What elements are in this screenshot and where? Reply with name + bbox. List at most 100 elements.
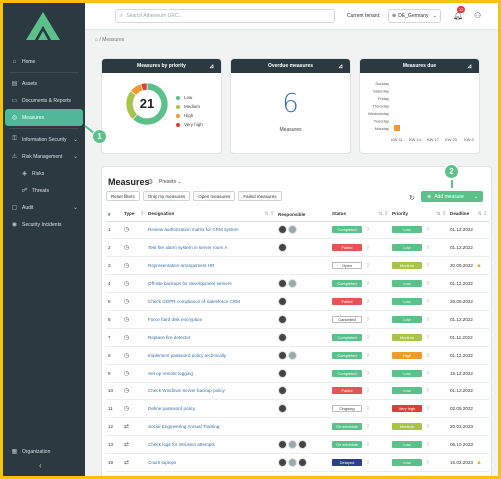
gear-icon[interactable]: ⚙	[147, 178, 153, 186]
sidebar-item-threats[interactable]: ☍ Threats	[3, 182, 85, 199]
filter-icon[interactable]: ⊽	[141, 211, 144, 217]
measure-link[interactable]: Count laptops	[148, 460, 176, 465]
filter-icon[interactable]: ⊽	[426, 406, 430, 412]
filter-button-failed-measures[interactable]: Failed measures	[238, 191, 282, 201]
filter-button-open-measures[interactable]: Open measures	[193, 191, 236, 201]
table-row[interactable]: 4 ◷ Off-site backups for development serve…	[106, 274, 489, 294]
filter-icon[interactable]: ⊽	[426, 371, 430, 377]
sort-icon[interactable]: ⇅	[478, 211, 482, 217]
filter-icon[interactable]: ⊽	[426, 335, 430, 341]
filter-icon[interactable]: ⊽	[426, 263, 430, 269]
chart-icon[interactable]: ⊿	[467, 63, 472, 70]
avatar[interactable]	[278, 440, 287, 450]
avatar[interactable]	[278, 332, 287, 342]
sort-icon[interactable]: ⇅	[437, 211, 441, 217]
user-account-icon[interactable]: ⚇	[474, 11, 481, 20]
table-row[interactable]: 13 ⇄ Check logs for intrusion attempts On s…	[106, 435, 489, 455]
filter-icon[interactable]: ⊽	[366, 263, 370, 269]
table-row[interactable]: 12 ⇄ Social Engineering Annual Training On …	[106, 417, 489, 437]
sidebar-item-risk-management[interactable]: ⚠ Risk Management ⌄	[3, 148, 85, 165]
sidebar-item-documents-reports[interactable]: ▭ Documents & Reports	[3, 92, 85, 109]
avatar[interactable]	[278, 386, 287, 396]
measure-link[interactable]: Set up remote logging	[148, 371, 193, 376]
table-row[interactable]: 5 ◷ Check GDPR compliance of Salesforce CR…	[106, 292, 489, 311]
avatar[interactable]	[288, 440, 297, 450]
filter-icon[interactable]: ⊽	[366, 281, 370, 287]
collapse-sidebar-icon[interactable]: ‹	[39, 461, 42, 470]
filter-icon[interactable]: ⊽	[366, 335, 370, 341]
sidebar-item-risks[interactable]: ◈ Risks	[3, 165, 85, 182]
filter-icon[interactable]: ⊽	[366, 388, 370, 394]
filter-icon[interactable]: ⊽	[366, 442, 370, 448]
measure-link[interactable]: Check GDPR compliance of Salesforce CRM	[148, 299, 240, 304]
filter-icon[interactable]: ⊽	[426, 317, 430, 323]
sidebar-item-measures[interactable]: ◎ Measures	[5, 109, 83, 126]
column-header-deadline[interactable]: Deadline ⊽ ⇅	[448, 208, 489, 222]
table-row[interactable]: 3 ◷ Representation arrangement HR Open ⊽ Medi…	[106, 256, 489, 276]
sidebar-item-security-incidents[interactable]: ◉ Security Incidents	[3, 216, 85, 233]
table-row[interactable]: 9 ◷ Set up remote logging Completed ⊽ Low ⊽ 15.…	[106, 364, 489, 383]
column-header-designation[interactable]: Designation ⊽ ⇅	[146, 208, 276, 222]
sidebar-item-assets[interactable]: ▤ Assets	[3, 75, 85, 92]
filter-icon[interactable]: ⊽	[443, 211, 446, 217]
presets-dropdown[interactable]: Presets ⌄	[159, 179, 182, 185]
filter-icon[interactable]: ⊽	[366, 353, 370, 359]
column-header-responsible[interactable]: Responsible	[276, 208, 330, 222]
avatar[interactable]	[288, 279, 297, 289]
column-header-priority[interactable]: Priority ⊽ ⇅	[390, 208, 448, 222]
measure-link[interactable]: Force hard disk encryption	[148, 317, 202, 322]
filter-icon[interactable]: ⊽	[426, 281, 430, 287]
measure-link[interactable]: Test fire alarm system in server room A	[148, 245, 227, 250]
table-row[interactable]: 1 ◷ Review authorization matrix for CRM sy…	[106, 221, 489, 240]
add-measure-button[interactable]: ⊕ Add measure ⌄	[421, 191, 483, 202]
avatar[interactable]	[278, 404, 287, 414]
table-row[interactable]: 8 ◷ Implement password policy technically C…	[106, 346, 489, 365]
chart-icon[interactable]: ⊿	[338, 63, 343, 70]
filter-icon[interactable]: ⊽	[366, 424, 370, 430]
filter-icon[interactable]: ⊽	[426, 227, 430, 233]
chart-icon[interactable]: ⊿	[209, 63, 214, 70]
table-row[interactable]: 11 ◷ Define password policy Ongoing ⊽ Very hi…	[106, 399, 489, 419]
home-breadcrumb-icon[interactable]: ⌂	[95, 37, 98, 43]
filter-icon[interactable]: ⊽	[366, 245, 370, 251]
filter-icon[interactable]: ⊽	[271, 211, 274, 217]
table-row[interactable]: 10 ◷ Check Windows Server backup policy Fai…	[106, 382, 489, 401]
filter-icon[interactable]: ⊽	[366, 371, 370, 377]
table-row[interactable]: 6 ◷ Force hard disk encryption Cancelled ⊽ Lo…	[106, 310, 489, 329]
filter-button-only-my-measures[interactable]: Only my measures	[142, 191, 191, 201]
filter-icon[interactable]: ⊽	[426, 460, 430, 466]
avatar[interactable]	[288, 458, 297, 468]
filter-icon[interactable]: ⊽	[366, 460, 370, 466]
refresh-icon[interactable]: ↻	[409, 194, 415, 202]
filter-icon[interactable]: ⊽	[426, 245, 430, 251]
avatar[interactable]	[298, 458, 307, 468]
avatar[interactable]	[278, 243, 287, 253]
column-header-status[interactable]: Status ⊽ ⇅	[330, 208, 390, 222]
avatar[interactable]	[278, 314, 287, 324]
table-row[interactable]: 2 ◷ Test fire alarm system in server room …	[106, 238, 489, 258]
avatar[interactable]	[278, 350, 287, 360]
filter-icon[interactable]: ⊽	[426, 353, 430, 359]
sidebar-item-information-security[interactable]: ⚿ Information Security ⌄	[3, 131, 85, 148]
filter-icon[interactable]: ⊽	[366, 406, 370, 412]
filter-icon[interactable]: ⊽	[385, 211, 388, 217]
sort-icon[interactable]: ⇅	[379, 211, 383, 217]
avatar[interactable]	[278, 279, 287, 289]
sidebar-item-audit[interactable]: ▢ Audit ⌄	[3, 199, 85, 216]
filter-icon[interactable]: ⊽	[366, 299, 370, 305]
filter-icon[interactable]: ⊽	[426, 442, 430, 448]
measure-link[interactable]: Check Windows Server backup policy	[148, 388, 225, 393]
sidebar-item-organization[interactable]: ▦ Organization	[3, 443, 85, 460]
avatar[interactable]	[288, 350, 297, 360]
filter-icon[interactable]: ⊽	[366, 317, 370, 323]
measure-link[interactable]: Social Engineering Annual Training	[148, 424, 219, 429]
filter-button-reset-filters[interactable]: Reset filters	[106, 191, 140, 201]
sort-icon[interactable]: ⇅	[265, 211, 269, 217]
measure-link[interactable]: Replace fire detector	[148, 335, 190, 340]
filter-icon[interactable]: ⊽	[426, 388, 430, 394]
avatar[interactable]	[278, 297, 287, 306]
avatar[interactable]	[278, 458, 287, 468]
table-row[interactable]: 7 ◷ Replace fire detector Completed ⊽ Medium ⊽…	[106, 328, 489, 347]
avatar[interactable]	[278, 225, 287, 235]
column-header-number[interactable]: #	[106, 208, 122, 222]
